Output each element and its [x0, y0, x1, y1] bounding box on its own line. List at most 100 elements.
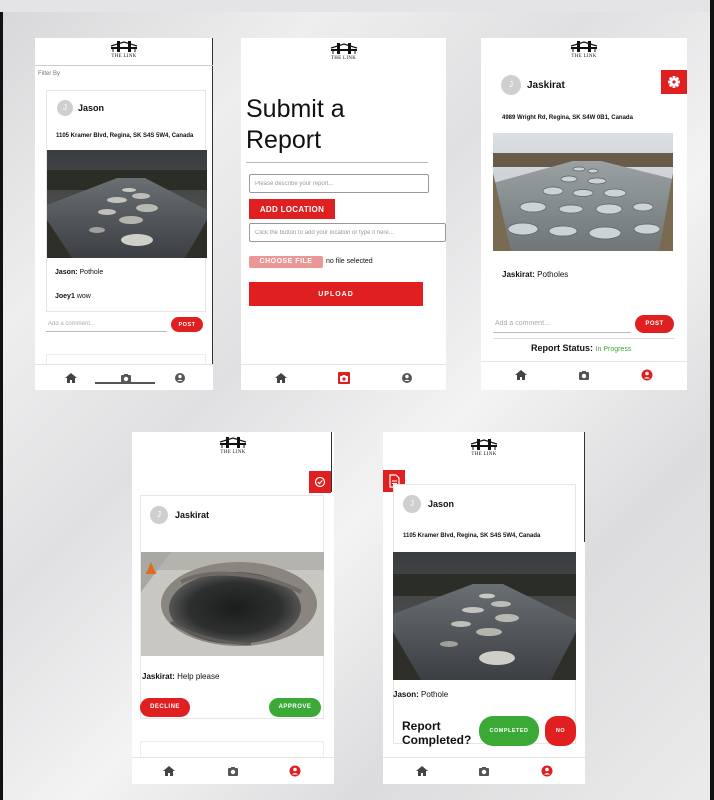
user-circle-icon[interactable]	[400, 371, 414, 385]
avatar[interactable]: J	[150, 506, 168, 524]
completed-button[interactable]: COMPLETED	[479, 716, 539, 746]
report-status-label: Report Status:	[531, 343, 594, 353]
caption-text: Help please	[177, 672, 220, 681]
home-icon[interactable]	[162, 764, 176, 778]
camera-icon[interactable]	[577, 368, 591, 382]
bottom-nav	[481, 361, 687, 387]
status-divider	[493, 338, 675, 339]
screen-completion: THE LINK J Jason 1105 Kramer Blvd, Regin…	[383, 432, 585, 784]
comment-text: wow	[76, 293, 91, 300]
gear-icon	[668, 76, 680, 88]
post-caption: Jason: Pothole	[393, 690, 448, 699]
caption-user: Jason:	[55, 269, 78, 276]
post-caption: Jaskirat: Potholes	[502, 270, 568, 279]
post-button[interactable]: POST	[171, 317, 203, 332]
report-status-value: In Progress	[595, 346, 632, 353]
divider-vertical	[212, 38, 213, 366]
page-title: Submit a Report	[246, 95, 345, 154]
post-caption: Jaskirat: Help please	[142, 672, 219, 681]
background-top-bar	[0, 0, 714, 12]
post-username[interactable]: Jason	[78, 103, 104, 113]
comment-user: Joey1	[55, 293, 75, 300]
approve-button[interactable]: APPROVE	[269, 698, 321, 717]
bottom-nav	[383, 757, 585, 783]
post-address: 1105 Kramer Blvd, Regina, SK S4S 5W4, Ca…	[56, 133, 194, 139]
logo-text: THE LINK	[571, 54, 597, 59]
comment: Joey1 wow	[55, 293, 91, 300]
screen-submit-report: THE LINK Submit a Report ADD LOCATION CH…	[241, 38, 446, 390]
screen-feed: THE LINK Filter By J Jason 1105 Kramer B…	[35, 38, 213, 390]
home-icon[interactable]	[415, 764, 429, 778]
no-button[interactable]: NO	[545, 716, 576, 746]
caption-text: Potholes	[537, 270, 569, 279]
logo-text: THE LINK	[220, 450, 246, 455]
camera-icon[interactable]	[477, 764, 491, 778]
home-icon[interactable]	[274, 371, 288, 385]
frame-border-left	[0, 12, 3, 800]
bridge-logo-icon	[571, 41, 597, 52]
post-photo[interactable]	[393, 552, 576, 680]
caption-user: Jaskirat:	[142, 672, 175, 681]
bottom-nav	[241, 364, 446, 390]
bottom-nav	[132, 757, 334, 783]
file-status: no file selected	[326, 258, 373, 265]
user-circle-icon[interactable]	[173, 371, 187, 385]
app-logo: THE LINK	[107, 40, 141, 60]
divider-vertical	[584, 432, 585, 542]
location-input[interactable]	[249, 223, 446, 242]
post-address: 4989 Wright Rd, Regina, SK S4W 0B1, Cana…	[502, 115, 633, 121]
avatar[interactable]: J	[501, 75, 521, 95]
bottom-nav	[35, 364, 213, 390]
post-address: 1105 Kramer Blvd, Regina, SK S4S 5W4, Ca…	[403, 533, 541, 539]
post-photo[interactable]	[141, 552, 324, 656]
logo-text: THE LINK	[471, 452, 497, 457]
comment-input[interactable]	[46, 316, 167, 332]
divider-vertical	[331, 432, 332, 492]
add-location-button[interactable]: ADD LOCATION	[249, 199, 335, 219]
user-circle-icon[interactable]	[288, 764, 302, 778]
camera-icon[interactable]	[226, 764, 240, 778]
home-icon[interactable]	[514, 368, 528, 382]
caption-user: Jaskirat:	[502, 270, 535, 279]
decline-button[interactable]: DECLINE	[140, 698, 190, 717]
post-username[interactable]: Jaskirat	[527, 80, 565, 91]
post-caption: Jason: Pothole	[55, 269, 103, 276]
avatar[interactable]: J	[57, 100, 73, 116]
nav-active-indicator	[95, 382, 155, 384]
home-icon[interactable]	[64, 371, 78, 385]
post-button[interactable]: POST	[635, 315, 674, 333]
bridge-logo-icon	[111, 41, 137, 52]
caption-user: Jason:	[393, 690, 419, 699]
divider-horizontal	[35, 65, 213, 66]
avatar[interactable]: J	[403, 495, 421, 513]
bridge-logo-icon	[471, 439, 497, 450]
bridge-logo-icon	[220, 437, 246, 448]
description-input[interactable]	[249, 174, 429, 193]
post-username[interactable]: Jaskirat	[175, 510, 209, 520]
logo-text: THE LINK	[330, 56, 357, 61]
upload-button[interactable]: UPLOAD	[249, 282, 423, 306]
logo-text: THE LINK	[111, 54, 137, 59]
comment-input[interactable]	[493, 315, 631, 333]
filter-by-dropdown[interactable]: Filter By	[38, 71, 60, 77]
approve-mode-button[interactable]	[309, 471, 331, 493]
app-logo: THE LINK	[467, 438, 501, 458]
caption-text: Pothole	[421, 690, 449, 699]
report-status: Report Status: In Progress	[531, 343, 631, 353]
post-photo[interactable]	[47, 150, 207, 258]
report-completed-question: Report Completed?	[402, 719, 472, 747]
post-photo[interactable]	[493, 133, 673, 251]
app-logo: THE LINK	[327, 42, 361, 62]
user-circle-icon[interactable]	[640, 368, 654, 382]
settings-button[interactable]	[661, 70, 687, 94]
screen-approval: THE LINK J Jaskirat Jaskirat: Help pleas…	[132, 432, 334, 784]
screen-report-status: THE LINK J Jaskirat 4989 Wright Rd, Regi…	[481, 38, 687, 390]
post-username[interactable]: Jason	[428, 499, 454, 509]
bridge-logo-icon	[330, 43, 357, 54]
user-circle-icon[interactable]	[540, 764, 554, 778]
caption-text: Pothole	[79, 269, 104, 276]
camera-icon[interactable]	[337, 371, 351, 385]
frame-border-right	[710, 0, 714, 800]
choose-file-button[interactable]: CHOOSE FILE	[249, 256, 323, 268]
app-logo: THE LINK	[216, 436, 250, 456]
